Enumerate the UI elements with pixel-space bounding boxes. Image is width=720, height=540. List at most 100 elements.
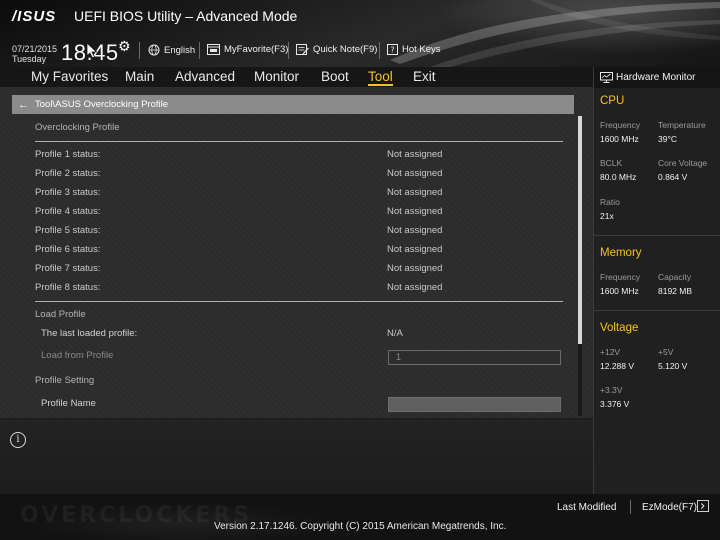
profile-status-value: Not assigned (387, 206, 443, 217)
memory-capacity-label: Capacity (658, 272, 692, 282)
header-bar: /ISUS UEFI BIOS Utility – Advanced Mode … (0, 0, 720, 67)
profile-status-value: Not assigned (387, 168, 443, 179)
load-from-profile-input[interactable]: 1 (388, 350, 561, 365)
profile-status-label: Profile 6 status: (35, 244, 101, 255)
tab-monitor[interactable]: Monitor (254, 69, 299, 84)
profile-status-value: Not assigned (387, 187, 443, 198)
monitor-divider (594, 310, 720, 311)
memory-frequency-value: 1600 MHz (600, 286, 639, 296)
back-arrow-icon[interactable]: ← (18, 99, 29, 111)
my-favorite-label: MyFavorite(F3) (224, 44, 289, 55)
profile-status-value: Not assigned (387, 282, 443, 293)
globe-icon (148, 44, 160, 56)
hot-keys-button[interactable]: ? Hot Keys (387, 44, 441, 55)
voltage-3v3-value: 3.376 V (600, 399, 630, 409)
cpu-temperature-value: 39°C (658, 134, 677, 144)
profile-status-value: Not assigned (387, 244, 443, 255)
profile-status-label: Profile 5 status: (35, 225, 101, 236)
tab-boot[interactable]: Boot (321, 69, 349, 84)
load-from-profile-label: Load from Profile (41, 350, 114, 361)
info-icon: i (10, 432, 26, 448)
profile-setting-heading: Profile Setting (35, 375, 95, 386)
footer-separator (630, 500, 631, 514)
day-label: Tuesday (12, 54, 47, 64)
voltage-12v-value: 12.288 V (600, 361, 635, 371)
profile-status-label: Profile 7 status: (35, 263, 101, 274)
language-button[interactable]: English (148, 44, 195, 56)
breadcrumb-path: Tool\ASUS Overclocking Profile (35, 99, 169, 110)
header-separator (379, 42, 380, 59)
hot-keys-label: Hot Keys (402, 44, 441, 55)
date-label: 07/21/2015 (12, 44, 58, 54)
memory-section-title: Memory (600, 247, 642, 259)
quick-note-button[interactable]: Quick Note(F9) (296, 44, 377, 55)
profile-status-label: Profile 2 status: (35, 168, 101, 179)
brand-logo: /ISUS (12, 8, 57, 25)
profile-status-value: Not assigned (387, 149, 443, 160)
monitor-divider (594, 235, 720, 236)
last-loaded-profile-label: The last loaded profile: (41, 328, 138, 339)
exit-arrow-icon[interactable] (697, 500, 709, 512)
breadcrumb[interactable]: ← Tool\ASUS Overclocking Profile (12, 95, 574, 114)
cpu-ratio-label: Ratio (600, 197, 620, 207)
svg-text:?: ? (390, 46, 394, 55)
voltage-12v-label: +12V (600, 347, 621, 357)
voltage-section-title: Voltage (600, 322, 639, 334)
overclocking-profile-heading: Overclocking Profile (35, 122, 120, 133)
voltage-3v3-label: +3.3V (600, 385, 623, 395)
app-title: UEFI BIOS Utility – Advanced Mode (74, 8, 298, 24)
cpu-frequency-label: Frequency (600, 120, 641, 130)
header-swoosh-decoration (390, 0, 720, 67)
section-divider (35, 141, 563, 142)
language-label: English (164, 44, 196, 56)
header-separator (139, 42, 140, 59)
memory-frequency-label: Frequency (600, 272, 641, 282)
monitor-icon (600, 72, 613, 83)
profile-name-label: Profile Name (41, 398, 96, 409)
scrollbar-thumb[interactable] (578, 116, 582, 344)
quick-note-label: Quick Note(F9) (313, 44, 378, 55)
item-description-panel: i (0, 420, 593, 494)
hardware-monitor-header: Hardware Monitor (594, 67, 720, 88)
favorite-window-icon (207, 44, 220, 55)
profile-name-input[interactable] (388, 397, 561, 412)
cpu-core-voltage-label: Core Voltage (658, 158, 708, 168)
memory-capacity-value: 8192 MB (658, 286, 693, 296)
footer-bar: OVERCLOCKERS Version 2.17.1246. Copyrigh… (0, 494, 720, 540)
cpu-temperature-label: Temperature (658, 120, 706, 130)
last-modified-button[interactable]: Last Modified (557, 502, 616, 513)
version-text: Version 2.17.1246. Copyright (C) 2015 Am… (214, 521, 507, 532)
main-content-panel: ← Tool\ASUS Overclocking Profile Overclo… (0, 88, 593, 418)
profile-status-value: Not assigned (387, 225, 443, 236)
hardware-monitor-title: Hardware Monitor (616, 72, 696, 83)
tab-advanced[interactable]: Advanced (175, 69, 235, 84)
hardware-monitor-panel: Hardware Monitor CPU Frequency Temperatu… (593, 67, 720, 494)
ez-mode-button[interactable]: EzMode(F7) (642, 502, 697, 513)
voltage-5v-label: +5V (658, 347, 674, 357)
profile-status-value: Not assigned (387, 263, 443, 274)
cpu-section-title: CPU (600, 95, 625, 107)
cpu-frequency-value: 1600 MHz (600, 134, 639, 144)
main-menu-bar: My Favorites Main Advanced Monitor Boot … (0, 67, 593, 88)
profile-status-label: Profile 1 status: (35, 149, 101, 160)
help-key-icon: ? (387, 44, 398, 55)
tab-exit[interactable]: Exit (413, 69, 436, 84)
cpu-core-voltage-value: 0.864 V (658, 172, 688, 182)
profile-status-label: Profile 3 status: (35, 187, 101, 198)
tab-tool[interactable]: Tool (368, 69, 393, 86)
voltage-5v-value: 5.120 V (658, 361, 688, 371)
cpu-bclk-label: BCLK (600, 158, 623, 168)
last-loaded-profile-value: N/A (387, 328, 403, 339)
section-divider (35, 301, 563, 302)
profile-status-label: Profile 4 status: (35, 206, 101, 217)
mouse-cursor-icon (86, 42, 98, 59)
my-favorite-button[interactable]: MyFavorite(F3) (207, 44, 288, 55)
cpu-bclk-value: 80.0 MHz (600, 172, 637, 182)
profile-status-label: Profile 8 status: (35, 282, 101, 293)
load-profile-heading: Load Profile (35, 309, 86, 320)
gear-icon[interactable]: ⚙ (118, 38, 131, 55)
tab-my-favorites[interactable]: My Favorites (31, 69, 108, 84)
tab-main[interactable]: Main (125, 69, 154, 84)
header-separator (199, 42, 200, 59)
header-separator (288, 42, 289, 59)
